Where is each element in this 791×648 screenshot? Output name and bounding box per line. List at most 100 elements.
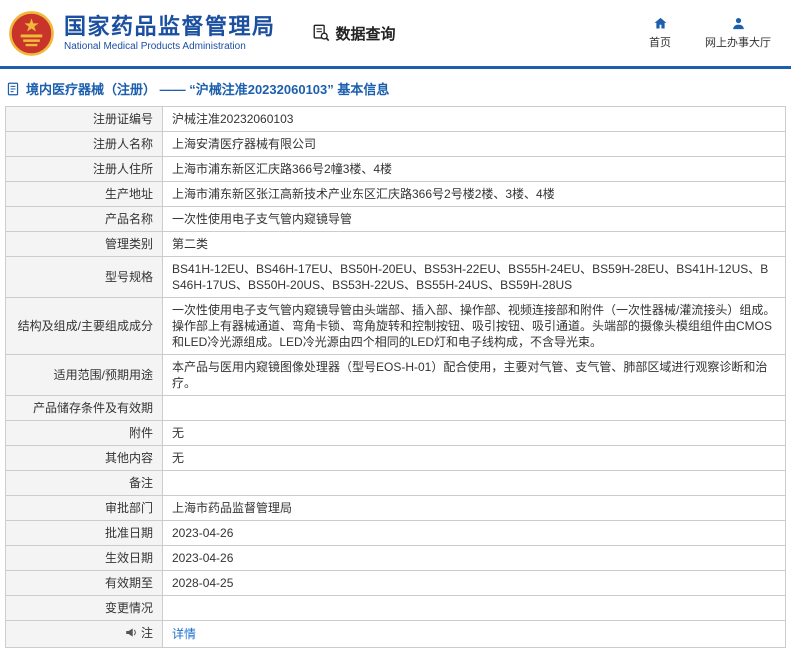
row-label-text: 生效日期 [104, 551, 153, 565]
nav-hall-label: 网上办事大厅 [705, 37, 771, 49]
row-value: 无 [162, 420, 786, 446]
top-navigation: 首页 网上办事大厅 [645, 16, 779, 50]
row-label: 批准日期 [5, 520, 163, 546]
row-value: 一次性使用电子支气管内窥镜导管 [162, 206, 786, 232]
info-table-body: 注册证编号 沪械注准20232060103 注册人名称 上海安清医疗器械有限公司 注册人… [5, 106, 786, 648]
row-label: 产品名称 [5, 206, 163, 232]
brand-text: 国家药品监督管理局 National Medical Products Admi… [64, 14, 276, 52]
row-value: 2023-04-26 [162, 520, 786, 546]
table-row: 型号规格 BS41H-12EU、BS46H-17EU、BS50H-20EU、BS5… [5, 256, 786, 298]
table-row: 生效日期 2023-04-26 [5, 545, 786, 571]
row-label-text: 注册人住所 [92, 162, 153, 176]
site-header: 国家药品监督管理局 National Medical Products Admi… [0, 0, 791, 66]
row-label-text: 注册证编号 [92, 112, 153, 126]
row-label-text: 注 [140, 626, 153, 640]
info-table: 注册证编号 沪械注准20232060103 注册人名称 上海安清医疗器械有限公司 注册人… [5, 106, 786, 648]
row-label: 适用范围/预期用途 [5, 354, 163, 396]
org-name-cn: 国家药品监督管理局 [64, 13, 276, 39]
national-emblem-icon [8, 10, 55, 57]
row-label-text: 结构及组成/主要组成成分 [17, 319, 153, 333]
row-label-text: 变更情况 [104, 601, 153, 615]
row-label: 其他内容 [5, 445, 163, 471]
row-label-text: 型号规格 [104, 270, 153, 284]
user-icon [731, 16, 746, 31]
row-label-text: 审批部门 [104, 501, 153, 515]
row-label: 有效期至 [5, 570, 163, 596]
row-label: 结构及组成/主要组成成分 [5, 297, 163, 355]
home-icon [653, 16, 668, 31]
table-row: 备注 [5, 470, 786, 496]
nav-online-service-hall[interactable]: 网上办事大厅 [705, 16, 771, 50]
row-value [162, 395, 786, 421]
row-value: 沪械注准20232060103 [162, 106, 786, 132]
table-row: 适用范围/预期用途 本产品与医用内窥镜图像处理器（型号EOS-H-01）配合使用，… [5, 354, 786, 396]
row-label-text: 注册人名称 [92, 137, 153, 151]
table-row: 产品储存条件及有效期 [5, 395, 786, 421]
table-row: 注册证编号 沪械注准20232060103 [5, 106, 786, 132]
row-value: 2023-04-26 [162, 545, 786, 571]
row-label-text: 批准日期 [104, 526, 153, 540]
row-label-text: 有效期至 [104, 576, 153, 590]
table-row: 注册人住所 上海市浦东新区汇庆路366号2幢3楼、4楼 [5, 156, 786, 182]
row-value: 一次性使用电子支气管内窥镜导管由头端部、插入部、操作部、视频连接部和附件（一次性… [162, 297, 786, 355]
row-value: 第二类 [162, 231, 786, 257]
megaphone-icon [125, 626, 138, 643]
breadcrumb-text: 境内医疗器械（注册） —— “沪械注准20232060103” 基本信息 [26, 82, 390, 97]
nav-home-label: 首页 [649, 37, 671, 49]
row-label-text: 生产地址 [104, 187, 153, 201]
row-label-text: 产品名称 [104, 212, 153, 226]
row-label: 型号规格 [5, 256, 163, 298]
row-label: 注册人名称 [5, 131, 163, 157]
data-query-title: 数据查询 [312, 23, 396, 44]
row-label-text: 管理类别 [104, 237, 153, 251]
row-value: 上海市浦东新区张江高新技术产业东区汇庆路366号2号楼2楼、3楼、4楼 [162, 181, 786, 207]
row-value [162, 595, 786, 621]
nav-home[interactable]: 首页 [645, 16, 675, 50]
table-row: 产品名称 一次性使用电子支气管内窥镜导管 [5, 206, 786, 232]
row-label: 附件 [5, 420, 163, 446]
row-label-text: 适用范围/预期用途 [53, 368, 153, 382]
table-row: 注 详情 [5, 620, 786, 648]
row-value: 上海市浦东新区汇庆路366号2幢3楼、4楼 [162, 156, 786, 182]
row-label: 变更情况 [5, 595, 163, 621]
site-logo[interactable]: 国家药品监督管理局 National Medical Products Admi… [8, 10, 276, 57]
row-label: 管理类别 [5, 231, 163, 257]
table-row: 管理类别 第二类 [5, 231, 786, 257]
row-value: 上海安清医疗器械有限公司 [162, 131, 786, 157]
row-value: 2028-04-25 [162, 570, 786, 596]
org-name-en: National Medical Products Administration [64, 41, 246, 53]
row-label: 备注 [5, 470, 163, 496]
row-label-text: 附件 [128, 426, 153, 440]
row-label: 审批部门 [5, 495, 163, 521]
table-row: 审批部门 上海市药品监督管理局 [5, 495, 786, 521]
nmpa-registration-page: 国家药品监督管理局 National Medical Products Admi… [0, 0, 791, 648]
row-value: 无 [162, 445, 786, 471]
table-row: 附件无 [5, 420, 786, 446]
table-row: 变更情况 [5, 595, 786, 621]
row-label: 生效日期 [5, 545, 163, 571]
row-label-text: 其他内容 [104, 451, 153, 465]
row-value: 上海市药品监督管理局 [162, 495, 786, 521]
row-label: 注册证编号 [5, 106, 163, 132]
table-row: 批准日期 2023-04-26 [5, 520, 786, 546]
table-row: 生产地址 上海市浦东新区张江高新技术产业东区汇庆路366号2号楼2楼、3楼、4楼 [5, 181, 786, 207]
data-query-label: 数据查询 [335, 25, 396, 43]
row-value: BS41H-12EU、BS46H-17EU、BS50H-20EU、BS53H-2… [162, 256, 786, 298]
row-label: 注 [5, 620, 163, 648]
row-label: 注册人住所 [5, 156, 163, 182]
table-row: 结构及组成/主要组成成分 一次性使用电子支气管内窥镜导管由头端部、插入部、操作部、… [5, 297, 786, 355]
document-icon [6, 82, 20, 96]
row-label: 生产地址 [5, 181, 163, 207]
breadcrumb: 境内医疗器械（注册） —— “沪械注准20232060103” 基本信息 [0, 69, 791, 106]
table-row: 注册人名称 上海安清医疗器械有限公司 [5, 131, 786, 157]
row-label-text: 备注 [128, 476, 153, 490]
row-value: 本产品与医用内窥镜图像处理器（型号EOS-H-01）配合使用，主要对气管、支气管… [162, 354, 786, 396]
search-document-icon [312, 24, 330, 42]
detail-link[interactable]: 详情 [172, 627, 196, 641]
row-value: 详情 [162, 620, 786, 648]
row-value [162, 470, 786, 496]
table-row: 有效期至 2028-04-25 [5, 570, 786, 596]
row-label-text: 产品储存条件及有效期 [32, 401, 153, 415]
table-row: 其他内容无 [5, 445, 786, 471]
row-label: 产品储存条件及有效期 [5, 395, 163, 421]
